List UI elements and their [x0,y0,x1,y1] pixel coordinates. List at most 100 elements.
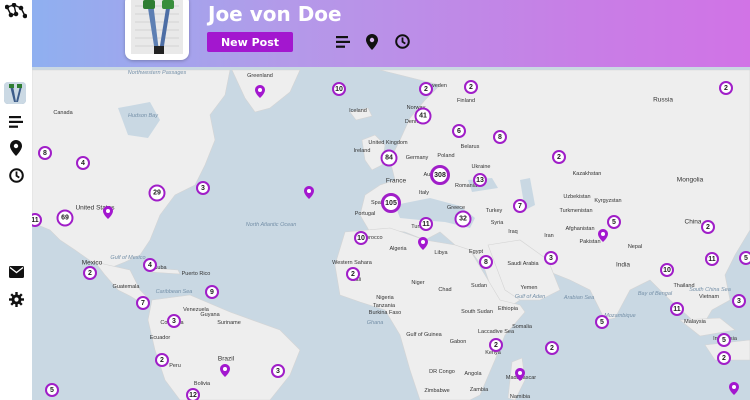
map-cluster-marker[interactable]: 2 [346,267,360,281]
map-label: Nepal [627,244,643,250]
map-cluster-marker[interactable]: 29 [148,184,166,202]
map-cluster-marker[interactable]: 11 [419,217,433,231]
sidebar-location-pin-icon[interactable] [7,139,25,157]
map-label: Sudan [471,283,487,289]
map-cluster-marker[interactable]: 6 [452,124,466,138]
map-cluster-marker[interactable]: 12 [186,388,200,400]
profile-header: Joe von Doe New Post [32,0,750,67]
header-clock-icon[interactable] [395,34,411,50]
map-cluster-marker[interactable]: 10 [354,231,368,245]
map-cluster-marker[interactable]: 41 [414,107,432,125]
map-cluster-marker[interactable]: 308 [430,165,450,185]
map-label: Kazakhstan [572,171,602,177]
map-label: Iceland [349,108,367,114]
map-cluster-marker[interactable]: 3 [544,251,558,265]
map-cluster-marker[interactable]: 11 [705,252,719,266]
map-cluster-marker[interactable]: 2 [717,351,731,365]
map-cluster-marker[interactable]: 2 [545,341,559,355]
map-cluster-marker[interactable]: 4 [76,156,90,170]
map-cluster-marker[interactable]: 5 [45,383,59,397]
map-cluster-marker[interactable]: 4 [143,258,157,272]
sidebar-mail-icon[interactable] [7,263,25,281]
map-cluster-marker[interactable]: 32 [454,210,472,228]
map-cluster-marker[interactable]: 3 [271,364,285,378]
map-location-pin-icon[interactable] [255,85,265,103]
sidebar-clock-icon[interactable] [7,166,25,184]
map-label: Namibia [509,394,531,400]
map-location-pin-icon[interactable] [598,229,608,247]
header-list-icon[interactable] [336,34,352,50]
map-location-pin-icon[interactable] [515,368,525,386]
map-cluster-marker[interactable]: 11 [670,302,684,316]
header-location-pin-icon[interactable] [366,34,382,50]
map-cluster-marker[interactable]: 2 [701,220,715,234]
map-cluster-marker[interactable]: 2 [464,80,478,94]
sidebar [0,0,32,400]
map-cluster-marker[interactable]: 5 [717,333,731,347]
map-cluster-marker[interactable]: 2 [83,266,97,280]
map-cluster-marker[interactable]: 8 [493,130,507,144]
profile-picture[interactable] [125,0,189,60]
map-label: Mozambique [604,313,636,319]
map-label: China [684,218,702,226]
map-cluster-marker[interactable]: 10 [332,82,346,96]
map-label: Poland [437,153,455,159]
map-location-pin-icon[interactable] [729,382,739,400]
map-cluster-marker[interactable]: 2 [489,338,503,352]
map-label: South Sudan [461,309,493,315]
map-label: Egypt [468,249,484,255]
map-cluster-marker[interactable]: 9 [205,285,219,299]
map-label: Western Sahara [332,260,372,266]
map-label: Libya [434,250,448,256]
map-cluster-marker[interactable]: 7 [136,296,150,310]
map-label: Burkina Faso [368,310,402,316]
map-label: Algeria [389,246,407,252]
avatar[interactable] [4,82,26,104]
map-label: Suriname [217,320,241,326]
map-label: Afghanistan [565,226,595,232]
new-post-button[interactable]: New Post [207,32,293,52]
map-cluster-marker[interactable]: 3 [732,294,746,308]
map-label: Portugal [354,211,376,217]
map-location-pin-icon[interactable] [418,237,428,255]
map-cluster-marker[interactable]: 5 [607,215,621,229]
map-label: DR Congo [429,369,455,375]
map-label: Ghana [366,320,384,326]
map-cluster-marker[interactable]: 2 [552,150,566,164]
map-label: Hudson Bay [128,113,158,119]
map-cluster-marker[interactable]: 5 [739,251,750,265]
map-label: Iraq [508,229,518,235]
map-location-pin-icon[interactable] [103,206,113,224]
map-label: Caribbean Sea [155,289,193,295]
world-map[interactable]: Greenland Canada Hudson Bay Northwestern Pa… [32,67,750,400]
map-label: Brazil [217,355,235,363]
network-logo-icon[interactable] [5,2,27,20]
map-location-pin-icon[interactable] [514,67,524,70]
map-cluster-marker[interactable]: 8 [38,146,52,160]
map-cluster-marker[interactable]: 2 [155,353,169,367]
map-label: Iran [544,233,554,239]
map-cluster-marker[interactable]: 105 [381,193,401,213]
sidebar-settings-gear-icon[interactable] [7,290,25,308]
map-cluster-marker[interactable]: 69 [56,209,74,227]
map-cluster-marker[interactable]: 2 [419,82,433,96]
map-cluster-marker[interactable]: 10 [660,263,674,277]
map-label: France [385,177,407,185]
map-label: Angola [464,371,482,377]
map-label: Germany [405,155,429,161]
map-location-pin-icon[interactable] [220,364,230,382]
sidebar-list-icon[interactable] [7,113,25,131]
map-cluster-marker[interactable]: 13 [473,173,487,187]
map-cluster-marker[interactable]: 3 [196,181,210,195]
map-cluster-marker[interactable]: 8 [479,255,493,269]
map-location-pin-icon[interactable] [304,186,314,204]
map-label: Vietnam [698,294,720,300]
map-cluster-marker[interactable]: 84 [380,149,398,167]
map-cluster-marker[interactable]: 3 [167,314,181,328]
map-label: Syria [490,220,504,226]
map-label: Puerto Rico [181,271,211,277]
map-cluster-marker[interactable]: 5 [595,315,609,329]
map-cluster-marker[interactable]: 7 [513,199,527,213]
map-label: Laccadive Sea [477,329,515,335]
map-cluster-marker[interactable]: 2 [719,81,733,95]
